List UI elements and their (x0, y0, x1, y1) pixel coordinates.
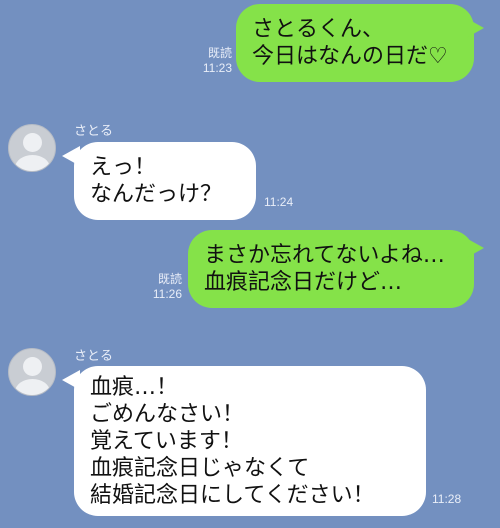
sender-name: さとる (74, 123, 114, 138)
message-bubble[interactable]: さとるくん、 今日はなんの日だ♡ (236, 4, 474, 82)
message-meta: 既読 11:23 (180, 46, 232, 76)
default-user-avatar-icon[interactable] (8, 348, 56, 396)
default-user-avatar-icon[interactable] (8, 124, 56, 172)
read-receipt: 既読 (157, 272, 182, 286)
message-meta: 既読 11:26 (130, 272, 182, 302)
message-bubble[interactable]: 血痕…！ ごめんなさい！ 覚えています！ 血痕記念日じゃなくて 結婚記念日にして… (74, 366, 426, 516)
message-bubble[interactable]: えっ！ なんだっけ？ (74, 142, 256, 220)
bubble-tail (466, 18, 484, 38)
message-time: 11:23 (202, 61, 232, 75)
message-time: 11:24 (264, 195, 294, 209)
message-time: 11:28 (432, 492, 462, 506)
read-receipt: 既読 (207, 46, 232, 60)
message-bubble[interactable]: まさか忘れてないよね… 血痕記念日だけど… (188, 230, 474, 308)
bubble-tail (466, 238, 484, 258)
message-time: 11:26 (152, 287, 182, 301)
sender-name: さとる (74, 348, 114, 363)
